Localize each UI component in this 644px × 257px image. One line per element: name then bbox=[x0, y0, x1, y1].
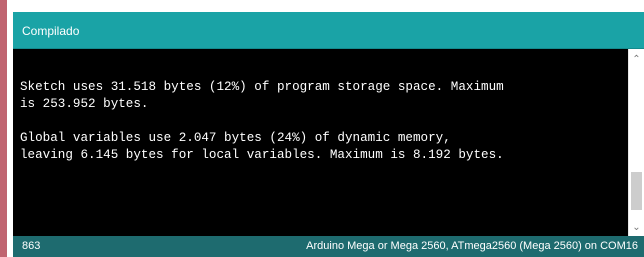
console-output[interactable]: Sketch uses 31.518 bytes (12%) of progra… bbox=[13, 49, 628, 236]
line-number: 863 bbox=[22, 240, 41, 252]
footer-status-bar: 863 Arduino Mega or Mega 2560, ATmega256… bbox=[13, 236, 644, 257]
console-line: Sketch uses 31.518 bytes (12%) of progra… bbox=[20, 80, 504, 94]
console-scrollbar[interactable]: ⌃ ⌄ bbox=[628, 49, 644, 236]
status-header: Compilado bbox=[13, 12, 644, 49]
status-message: Compilado bbox=[22, 24, 80, 38]
board-info: Arduino Mega or Mega 2560, ATmega2560 (M… bbox=[306, 240, 638, 252]
arduino-ide-window: Compilado Sketch uses 31.518 bytes (12%)… bbox=[0, 0, 644, 257]
console-line: Global variables use 2.047 bytes (24%) o… bbox=[20, 131, 451, 145]
editor-left-accent bbox=[0, 0, 7, 257]
console-line: leaving 6.145 bytes for local variables.… bbox=[20, 148, 504, 162]
scrollbar-thumb[interactable] bbox=[631, 172, 642, 210]
arrow-up-icon[interactable]: ⌃ bbox=[629, 53, 644, 67]
console-line: is 253.952 bytes. bbox=[20, 97, 149, 111]
arrow-down-icon[interactable]: ⌄ bbox=[629, 221, 644, 235]
